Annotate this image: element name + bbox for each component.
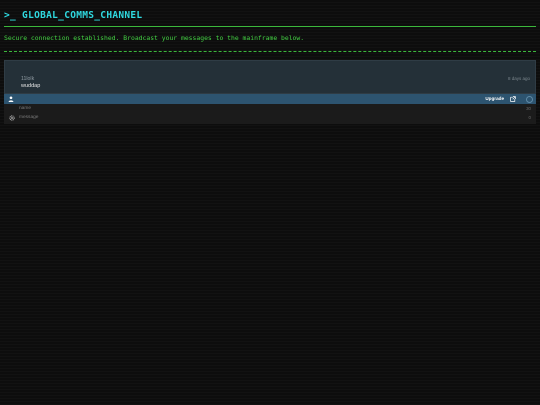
dashed-divider <box>4 51 536 52</box>
page-title: >_ GLOBAL_COMMS_CHANNEL <box>4 10 143 21</box>
chat-widget: 11lolk wuddap 8 days ago Upgrade name 30… <box>4 60 536 124</box>
message-field[interactable]: message 0 <box>4 114 536 123</box>
name-field[interactable]: name 30 <box>4 105 536 114</box>
upgrade-link[interactable]: Upgrade <box>485 96 504 101</box>
chat-form: name 30 message 0 <box>4 104 536 124</box>
message-timestamp: 8 days ago <box>507 76 530 81</box>
message-author[interactable]: 11lolk <box>21 76 34 82</box>
user-icon[interactable] <box>8 96 14 102</box>
message-input[interactable]: message <box>19 115 38 120</box>
gear-icon[interactable] <box>9 115 15 121</box>
chat-toolbar: Upgrade <box>4 94 536 104</box>
chat-message: 11lolk wuddap 8 days ago <box>4 60 536 94</box>
name-input[interactable]: name <box>19 106 31 111</box>
status-toggle[interactable] <box>526 96 533 103</box>
message-text: wuddap <box>21 83 41 89</box>
external-link-icon[interactable] <box>510 96 516 102</box>
title-divider <box>4 26 536 27</box>
page-subtitle: Secure connection established. Broadcast… <box>4 34 305 42</box>
message-char-counter: 0 <box>528 115 531 120</box>
name-char-counter: 30 <box>526 106 531 111</box>
